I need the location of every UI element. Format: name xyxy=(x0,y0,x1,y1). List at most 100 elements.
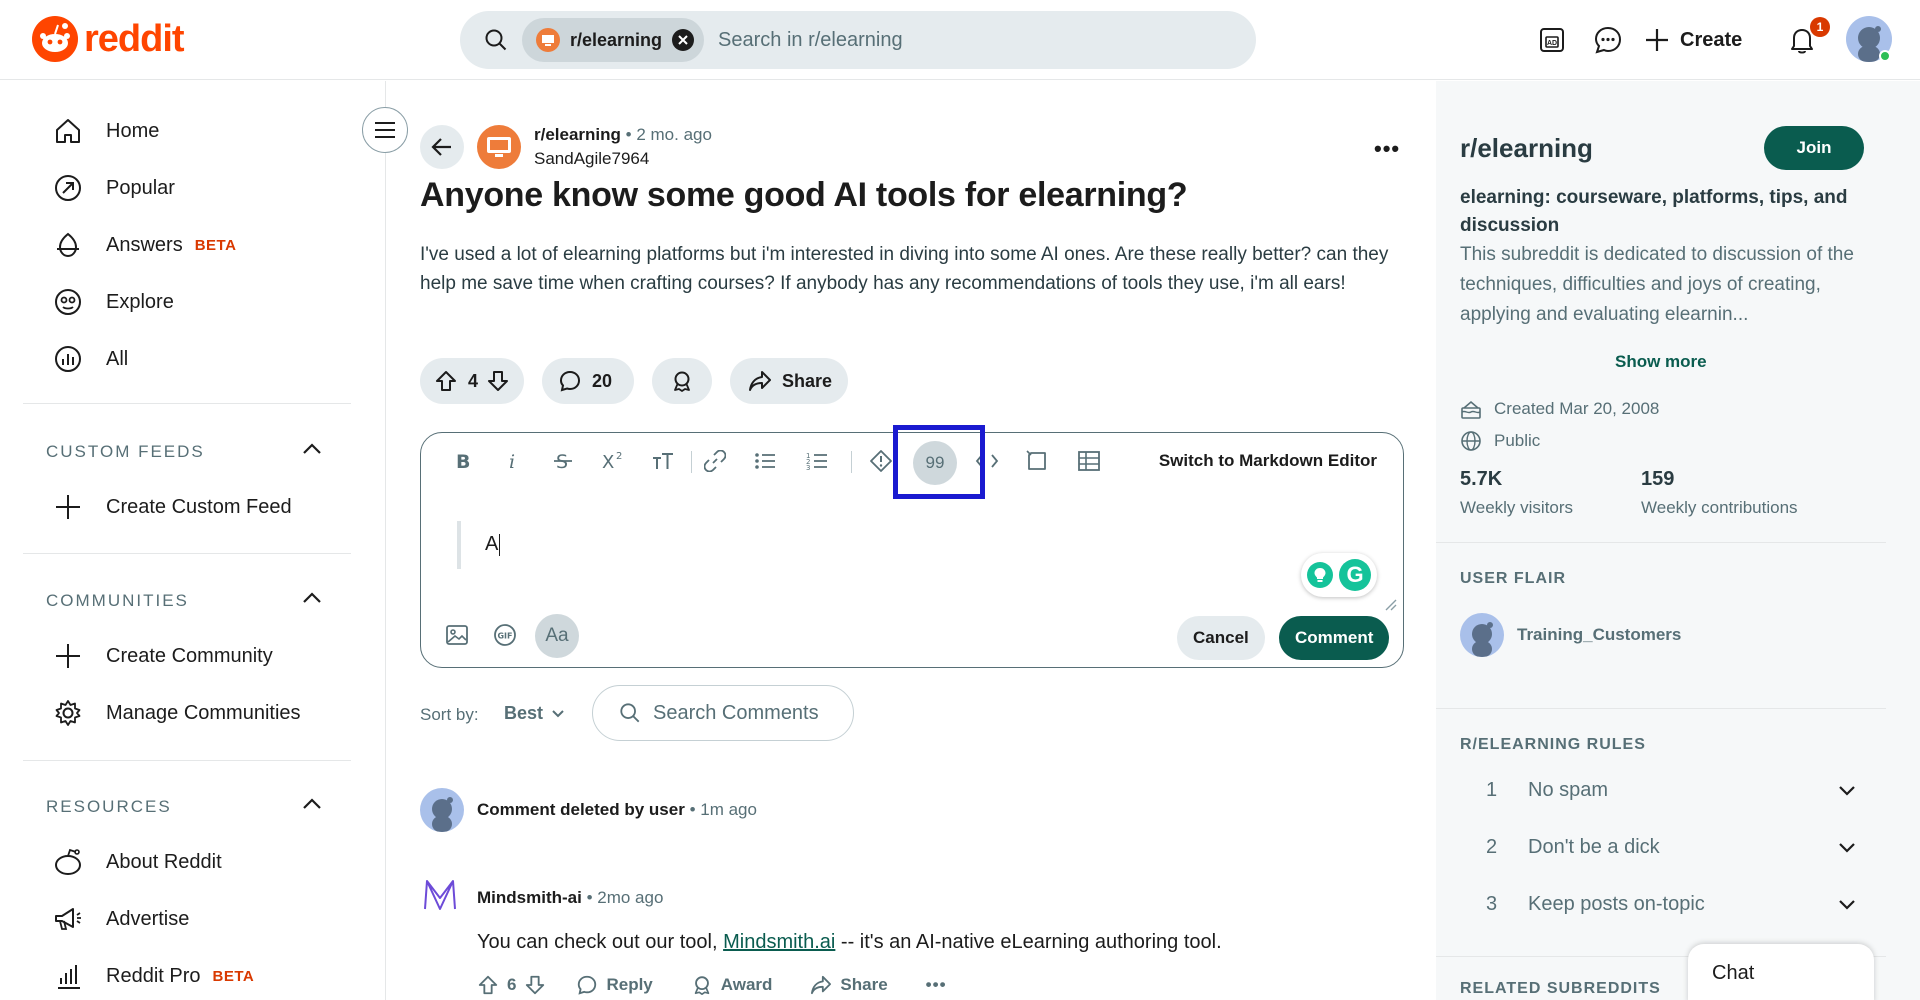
numbered-list-icon[interactable]: 123 xyxy=(797,433,837,489)
strikethrough-icon[interactable]: S xyxy=(543,433,583,489)
toolbar-separator xyxy=(851,451,852,473)
chevron-up-icon[interactable] xyxy=(302,442,322,456)
superscript-icon[interactable]: X2 xyxy=(593,433,633,489)
search-comments-input[interactable]: Search Comments xyxy=(592,685,854,741)
svg-text:GIF: GIF xyxy=(497,632,512,641)
snoo-logo-icon xyxy=(32,16,78,62)
visibility-label: Public xyxy=(1494,431,1541,450)
user-flair-title: USER FLAIR xyxy=(1460,570,1566,587)
chat-icon[interactable] xyxy=(1586,18,1630,62)
comment-author: Comment deleted by user xyxy=(477,800,685,819)
search-input[interactable]: Search in r/elearning xyxy=(718,29,903,52)
reply-button[interactable]: Reply xyxy=(576,974,653,996)
advertise[interactable]: Advertise xyxy=(52,899,189,939)
image-icon[interactable] xyxy=(443,623,471,647)
manage-communities[interactable]: Manage Communities xyxy=(52,693,301,733)
award-label: Award xyxy=(720,975,773,994)
comment-actions: 6 Reply Award Share ••• xyxy=(477,974,947,996)
nav-item-popular[interactable]: Popular xyxy=(52,168,175,208)
search-icon xyxy=(619,702,641,724)
reddit-logo[interactable]: reddit xyxy=(32,16,185,62)
share-button[interactable]: Share xyxy=(810,975,888,995)
comment-text-input[interactable]: A xyxy=(485,533,501,556)
link-icon[interactable] xyxy=(695,433,735,489)
submit-comment-button[interactable]: Comment xyxy=(1279,616,1390,660)
svg-text:AD: AD xyxy=(1547,40,1557,47)
nav-popular-label: Popular xyxy=(106,176,175,199)
sort-dropdown[interactable]: Best xyxy=(504,703,565,724)
mindsmith-logo-icon[interactable] xyxy=(422,878,458,912)
mindsmith-link[interactable]: Mindsmith.ai xyxy=(723,931,835,953)
downvote-icon[interactable] xyxy=(524,974,546,996)
upvote-icon[interactable] xyxy=(477,974,499,996)
hamburger-icon xyxy=(375,122,395,138)
plus-icon xyxy=(52,640,84,672)
highlight-annotation-box xyxy=(893,425,985,499)
table-icon[interactable] xyxy=(1069,433,1109,489)
gif-icon[interactable]: GIF xyxy=(491,623,519,647)
create-button[interactable]: Create xyxy=(1644,18,1742,62)
create-community[interactable]: Create Community xyxy=(52,636,273,676)
arrow-left-icon xyxy=(431,138,451,156)
communities-title: COMMUNITIES xyxy=(46,591,189,610)
svg-text:2: 2 xyxy=(616,451,622,462)
rule-item[interactable]: 1 No spam xyxy=(1486,779,1856,802)
comments-button[interactable]: 20 xyxy=(542,358,634,404)
search-subreddit-chip[interactable]: r/elearning xyxy=(522,18,705,62)
meta-separator: • xyxy=(625,125,637,144)
advertise-icon[interactable]: AD xyxy=(1530,18,1574,62)
nav-divider xyxy=(23,403,351,404)
resize-handle-icon[interactable] xyxy=(1383,597,1397,611)
rule-item[interactable]: 2 Don't be a dick xyxy=(1486,836,1856,859)
collapse-sidebar-button[interactable] xyxy=(362,107,408,153)
cancel-button[interactable]: Cancel xyxy=(1177,616,1265,660)
post-subreddit-link[interactable]: r/elearning xyxy=(534,125,621,144)
rules-title: R/ELEARNING RULES xyxy=(1460,736,1646,753)
text-caret xyxy=(499,533,501,556)
more-options-icon[interactable]: ••• xyxy=(1374,136,1400,162)
about-reddit[interactable]: About Reddit xyxy=(52,842,222,882)
nav-item-home[interactable]: Home xyxy=(52,111,159,151)
nav-item-all[interactable]: All xyxy=(52,339,128,379)
related-subreddits-title: RELATED SUBREDDITS xyxy=(1460,980,1661,997)
nav-divider xyxy=(23,553,351,554)
svg-text:B: B xyxy=(456,451,470,471)
share-button[interactable]: Share xyxy=(730,358,848,404)
sidebar-description: This subreddit is dedicated to discussio… xyxy=(1460,244,1854,325)
globe-icon xyxy=(1460,430,1482,452)
create-custom-feed[interactable]: Create Custom Feed xyxy=(52,487,292,527)
svg-text:i: i xyxy=(509,451,515,471)
chevron-up-icon[interactable] xyxy=(302,591,322,605)
downvote-icon[interactable] xyxy=(486,369,510,393)
code-block-icon[interactable] xyxy=(1017,433,1057,489)
reddit-pro[interactable]: Reddit Pro BETA xyxy=(52,956,254,996)
join-button[interactable]: Join xyxy=(1764,126,1864,170)
clear-chip-icon[interactable] xyxy=(672,29,695,51)
subreddit-avatar[interactable] xyxy=(477,125,521,169)
nav-item-explore[interactable]: Explore xyxy=(52,282,174,322)
award-button[interactable]: Award xyxy=(691,974,773,996)
more-options-icon[interactable]: ••• xyxy=(926,975,947,995)
back-button[interactable] xyxy=(420,125,464,169)
grammarly-widget[interactable]: G xyxy=(1301,553,1377,597)
search-bar[interactable]: r/elearning Search in r/elearning xyxy=(460,11,1256,69)
award-button[interactable] xyxy=(652,358,712,404)
nav-item-answers[interactable]: Answers BETA xyxy=(52,225,236,265)
comment-author[interactable]: Mindsmith-ai xyxy=(477,888,582,907)
italic-icon[interactable]: i xyxy=(493,433,533,489)
sidebar-divider xyxy=(1436,708,1886,709)
chevron-up-icon[interactable] xyxy=(302,797,322,811)
text-size-icon[interactable] xyxy=(643,433,683,489)
bold-icon[interactable]: B xyxy=(443,433,483,489)
chat-button[interactable]: Chat xyxy=(1688,944,1874,1000)
switch-markdown-editor[interactable]: Switch to Markdown Editor xyxy=(1159,451,1377,471)
beta-badge: BETA xyxy=(194,236,237,254)
post-author[interactable]: SandAgile7964 xyxy=(534,149,649,169)
bullet-list-icon[interactable] xyxy=(745,433,785,489)
flair-name[interactable]: Training_Customers xyxy=(1517,625,1681,645)
monitor-icon xyxy=(487,137,511,157)
rule-item[interactable]: 3 Keep posts on-topic xyxy=(1486,893,1856,916)
show-more-link[interactable]: Show more xyxy=(1615,352,1707,372)
formatting-toggle-button[interactable]: Aa xyxy=(535,614,579,658)
upvote-icon[interactable] xyxy=(434,369,458,393)
